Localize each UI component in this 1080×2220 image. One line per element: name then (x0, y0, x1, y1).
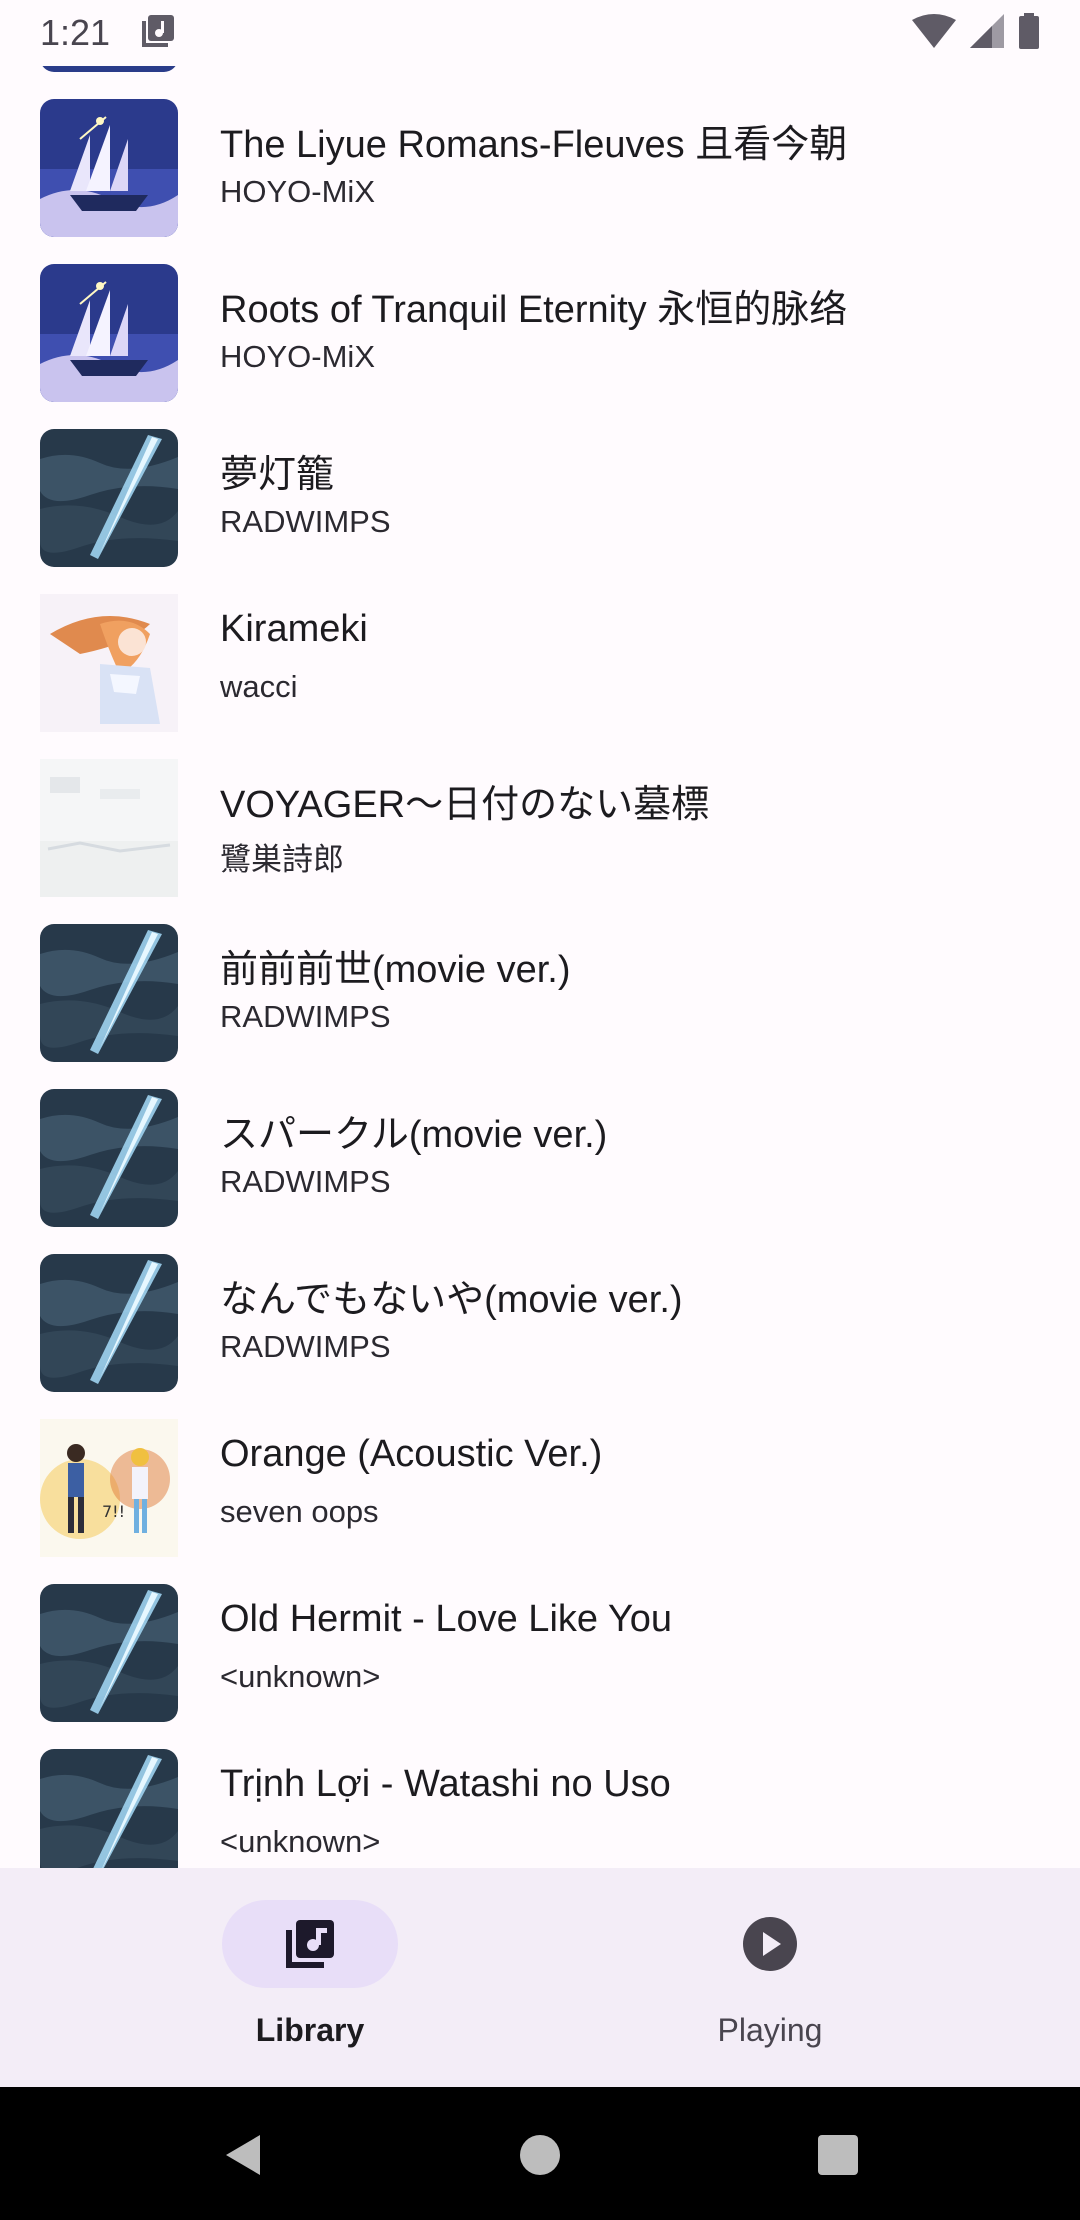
bottom-navigation-bar: Library Playing (0, 1868, 1080, 2087)
battery-icon (1018, 12, 1040, 54)
nav-item-library[interactable]: Library (40, 1868, 580, 2087)
album-art (40, 1749, 178, 1868)
music-notification-icon (140, 13, 176, 54)
system-navigation-bar (0, 2087, 1080, 2220)
song-title: スパークル(movie ver.) (220, 1114, 608, 1156)
home-icon[interactable] (510, 2125, 570, 2185)
song-title: なんでもないや(movie ver.) (220, 1279, 683, 1321)
status-time: 1:21 (40, 12, 111, 53)
song-artist: HOYO-MiX (220, 339, 375, 374)
song-artist: RADWIMPS (220, 1164, 391, 1199)
play-circle-icon (740, 1914, 800, 1974)
song-artist: <unknown> (220, 1659, 381, 1694)
song-title: Kirameki (220, 608, 368, 650)
library-music-icon (280, 1914, 340, 1974)
cellular-signal-icon (970, 13, 1004, 53)
song-artist: RADWIMPS (220, 1329, 391, 1364)
song-list-item[interactable]: 夢灯籠 RADWIMPS (0, 407, 1080, 572)
nav-label-playing: Playing (717, 2012, 823, 2048)
song-list[interactable]: The Liyue Romans-Fleuves 且看今朝 HOYO-MiX Ro… (0, 0, 1080, 1868)
song-artist: RADWIMPS (220, 999, 391, 1034)
status-bar: 1:21 (0, 0, 1080, 66)
nav-label-library: Library (255, 2012, 365, 2048)
song-title: Roots of Tranquil Eternity 永恒的脉络 (220, 289, 848, 331)
song-list-item[interactable]: Kirameki wacci (0, 572, 1080, 737)
song-title: 夢灯籠 (220, 454, 335, 496)
song-list-item[interactable]: Roots of Tranquil Eternity 永恒的脉络 HOYO-MiX (0, 242, 1080, 407)
song-artist: wacci (220, 669, 298, 704)
song-artist: seven oops (220, 1494, 379, 1529)
song-title: VOYAGER〜日付のない墓標 (220, 784, 710, 826)
song-list-item[interactable]: なんでもないや(movie ver.) RADWIMPS (0, 1232, 1080, 1397)
album-art (40, 924, 178, 1062)
song-artist: <unknown> (220, 1824, 381, 1859)
album-art (40, 1254, 178, 1392)
album-art (40, 759, 178, 897)
song-list-item[interactable]: 7!! Orange (Acoustic Ver.) seven oops (0, 1397, 1080, 1562)
album-art (40, 429, 178, 567)
album-art (40, 264, 178, 402)
song-artist: HOYO-MiX (220, 174, 375, 209)
song-title: Orange (Acoustic Ver.) (220, 1433, 603, 1475)
song-title: Old Hermit - Love Like You (220, 1598, 673, 1640)
recents-icon[interactable] (808, 2125, 868, 2185)
song-title: Trịnh Lợi - Watashi no Uso (220, 1763, 671, 1805)
song-list-item[interactable]: The Liyue Romans-Fleuves 且看今朝 HOYO-MiX (0, 77, 1080, 242)
svg-text:7!!: 7!! (102, 1502, 125, 1521)
song-title: 前前前世(movie ver.) (220, 949, 571, 991)
album-art (40, 1089, 178, 1227)
wifi-icon (912, 13, 956, 53)
album-art: 7!! (40, 1419, 178, 1557)
song-artist: RADWIMPS (220, 504, 391, 539)
song-list-item[interactable]: Old Hermit - Love Like You <unknown> (0, 1562, 1080, 1727)
song-title: The Liyue Romans-Fleuves 且看今朝 (220, 124, 848, 166)
song-artist: 鷺巣詩郎 (220, 842, 344, 877)
album-art (40, 1584, 178, 1722)
song-list-item[interactable]: VOYAGER〜日付のない墓標鷺巣詩郎 (0, 737, 1080, 902)
album-art (40, 594, 178, 732)
song-list-item[interactable]: 前前前世(movie ver.) RADWIMPS (0, 902, 1080, 1067)
album-art (40, 99, 178, 237)
song-list-item[interactable]: Trịnh Lợi - Watashi no Uso <unknown> (0, 1727, 1080, 1868)
nav-item-playing[interactable]: Playing (500, 1868, 1040, 2087)
song-list-item[interactable]: スパークル(movie ver.) RADWIMPS (0, 1067, 1080, 1232)
back-icon[interactable] (214, 2125, 274, 2185)
